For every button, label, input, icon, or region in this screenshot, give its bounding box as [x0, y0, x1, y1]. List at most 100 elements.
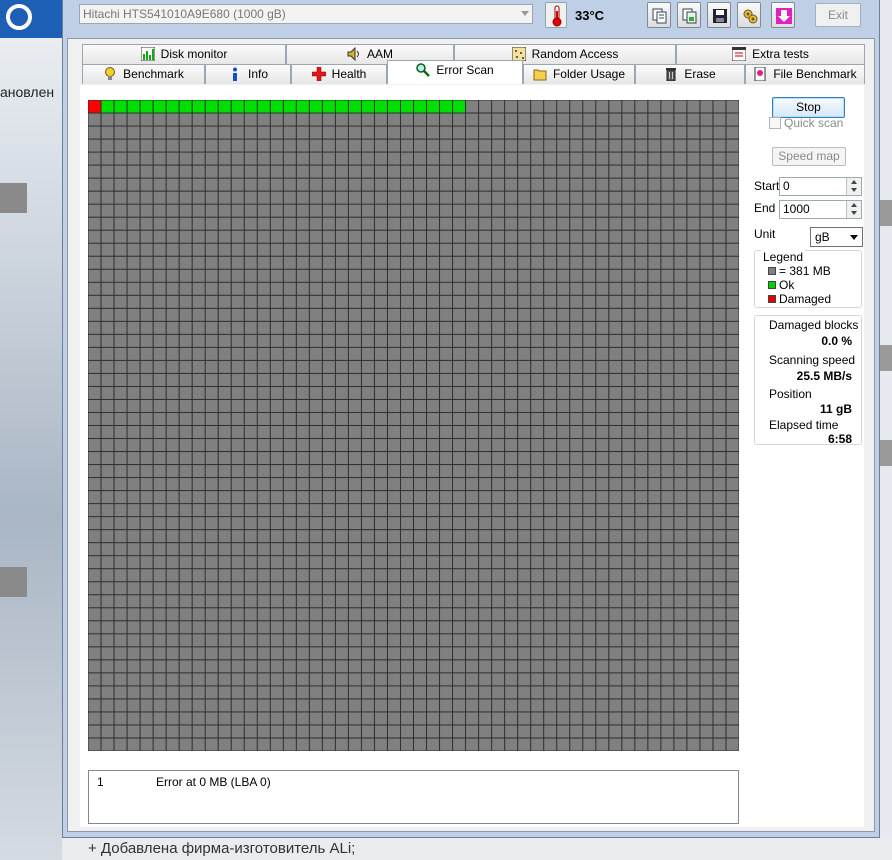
- tab-folder-usage[interactable]: Folder Usage: [523, 64, 635, 84]
- scan-block: [205, 399, 218, 412]
- scan-block: [557, 556, 570, 569]
- scan-block: [622, 399, 635, 412]
- scan-block: [609, 738, 622, 751]
- scan-block: [479, 126, 492, 139]
- error-log-list[interactable]: 1 Error at 0 MB (LBA 0): [88, 770, 739, 824]
- tab-error-scan[interactable]: Error Scan: [387, 60, 523, 84]
- position-label: Position: [769, 387, 812, 401]
- scan-block: [361, 139, 374, 152]
- tab-label: Folder Usage: [552, 67, 626, 81]
- scan-block: [531, 426, 544, 439]
- scan-block: [374, 712, 387, 725]
- tab-extra-tests[interactable]: Extra tests: [676, 44, 865, 64]
- scan-block: [453, 647, 466, 660]
- scan-block: [479, 178, 492, 191]
- save-button[interactable]: [707, 2, 731, 28]
- tab-disk-monitor[interactable]: Disk monitor: [82, 44, 286, 64]
- scan-block: [713, 373, 726, 386]
- scan-block: [140, 165, 153, 178]
- copy-text-button[interactable]: [647, 2, 671, 28]
- scan-block: [335, 426, 348, 439]
- tab-erase[interactable]: Erase: [635, 64, 745, 84]
- scan-block: [257, 165, 270, 178]
- scan-block: [374, 165, 387, 178]
- scan-block: [244, 295, 257, 308]
- scan-block: [322, 478, 335, 491]
- drive-select[interactable]: Hitachi HTS541010A9E680 (1000 gB): [79, 4, 533, 24]
- scan-block: [153, 439, 166, 452]
- scan-block: [557, 686, 570, 699]
- scan-block: [492, 582, 505, 595]
- scan-block: [348, 634, 361, 647]
- scan-block: [713, 725, 726, 738]
- scan-block: [166, 269, 179, 282]
- scan-block: [296, 100, 309, 113]
- scan-block: [726, 556, 739, 569]
- scan-block: [596, 386, 609, 399]
- scan-block: [609, 712, 622, 725]
- scan-block: [544, 478, 557, 491]
- spinner-arrows-icon[interactable]: [846, 201, 861, 218]
- speed-map-button[interactable]: Speed map: [772, 147, 846, 166]
- scan-block: [479, 491, 492, 504]
- scan-block: [88, 608, 101, 621]
- scan-block: [596, 569, 609, 582]
- end-input[interactable]: 1000: [779, 200, 862, 219]
- tab-health[interactable]: Health: [291, 64, 387, 84]
- scan-block: [726, 412, 739, 425]
- scan-block: [335, 165, 348, 178]
- tab-benchmark[interactable]: Benchmark: [82, 64, 205, 84]
- scan-block: [713, 673, 726, 686]
- error-message: Error at 0 MB (LBA 0): [156, 775, 271, 789]
- scan-block: [179, 308, 192, 321]
- scan-block: [231, 699, 244, 712]
- scan-block: [283, 608, 296, 621]
- download-button[interactable]: [771, 2, 795, 28]
- scan-block: [218, 269, 231, 282]
- scan-block: [648, 504, 661, 517]
- scan-block: [700, 152, 713, 165]
- scan-block: [309, 308, 322, 321]
- start-input[interactable]: 0: [779, 177, 862, 196]
- scan-block: [166, 139, 179, 152]
- scan-block: [192, 412, 205, 425]
- spinner-arrows-icon[interactable]: [846, 178, 861, 195]
- tab-file-benchmark[interactable]: File Benchmark: [745, 64, 865, 84]
- options-button[interactable]: [737, 2, 761, 28]
- scan-block: [466, 243, 479, 256]
- tab-info[interactable]: Info: [205, 64, 291, 84]
- scan-block: [179, 126, 192, 139]
- scan-block: [596, 478, 609, 491]
- scan-block: [218, 282, 231, 295]
- copy-image-button[interactable]: [677, 2, 701, 28]
- scan-block: [361, 373, 374, 386]
- unit-select[interactable]: gB: [810, 227, 863, 247]
- scan-block: [609, 556, 622, 569]
- scan-block: [492, 517, 505, 530]
- scan-block: [518, 556, 531, 569]
- scan-block: [492, 412, 505, 425]
- scan-block: [270, 621, 283, 634]
- stop-button[interactable]: Stop: [772, 97, 845, 118]
- scan-block: [231, 725, 244, 738]
- scan-block: [244, 360, 257, 373]
- exit-button[interactable]: Exit: [815, 3, 861, 27]
- scan-block: [166, 334, 179, 347]
- scan-block: [674, 517, 687, 530]
- scan-block: [544, 465, 557, 478]
- scan-block: [492, 282, 505, 295]
- scan-block: [153, 113, 166, 126]
- scan-block: [101, 686, 114, 699]
- scan-block: [400, 373, 413, 386]
- scan-block: [88, 256, 101, 269]
- scan-block: [635, 282, 648, 295]
- scan-block: [544, 373, 557, 386]
- scan-block: [648, 439, 661, 452]
- tab-label: Extra tests: [752, 47, 809, 61]
- scan-block: [544, 204, 557, 217]
- quick-scan-checkbox[interactable]: Quick scan: [769, 116, 843, 130]
- scan-block: [374, 399, 387, 412]
- scan-block: [414, 256, 427, 269]
- scan-block: [361, 230, 374, 243]
- scan-block: [713, 582, 726, 595]
